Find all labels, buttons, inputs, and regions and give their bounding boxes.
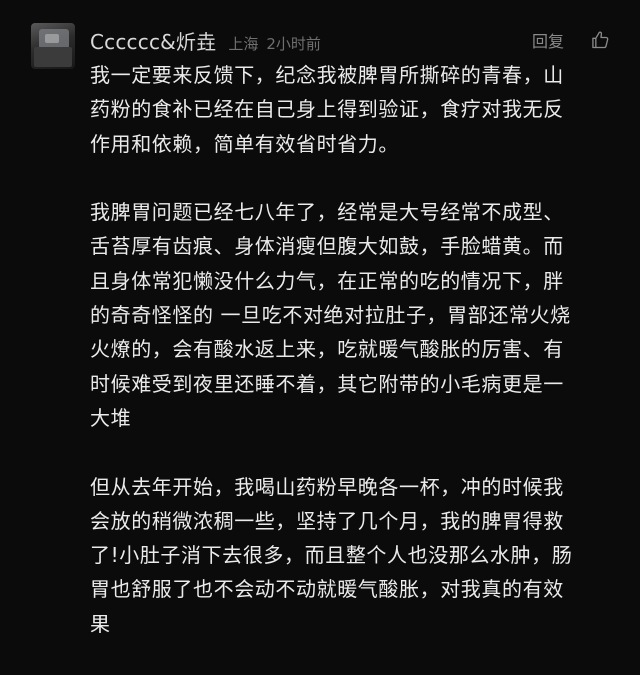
timestamp: 2小时前 (266, 35, 321, 53)
avatar[interactable] (31, 23, 75, 69)
comment-meta: 上海 2小时前 (228, 33, 321, 54)
username[interactable]: Cccccc&炘垚 (90, 26, 216, 55)
comment-paragraph: 我一定要来反馈下，纪念我被脾胃所撕碎的青春，山 药粉的食补已经在自己身上得到验证… (90, 63, 564, 156)
avatar-image-part (34, 47, 72, 67)
comment-paragraph: 但从去年开始，我喝山药粉早晚各一杯，冲的时候我 会放的稍微浓稠一些，坚持了几个月… (90, 474, 573, 636)
comment-item: Cccccc&炘垚 上海 2小时前 回复 我一定要来反馈下，纪念我被脾胃所撕碎的青… (0, 0, 640, 636)
avatar-image-part (45, 34, 59, 43)
comment-body: 我一定要来反馈下，纪念我被脾胃所撕碎的青春，山 药粉的食补已经在自己身上得到验证… (90, 58, 630, 675)
reply-button[interactable]: 回复 (532, 28, 564, 52)
comment-paragraph: 我脾胃问题已经七八年了，经常是大号经常不成型、 舌苔厚有齿痕、身体消瘦但腹大如鼓… (90, 200, 571, 430)
thumbs-up-icon[interactable] (590, 30, 610, 50)
comment-actions: 回复 (532, 28, 610, 52)
location-label: 上海 (228, 35, 259, 53)
comment-header: Cccccc&炘垚 上海 2小时前 (90, 26, 321, 56)
